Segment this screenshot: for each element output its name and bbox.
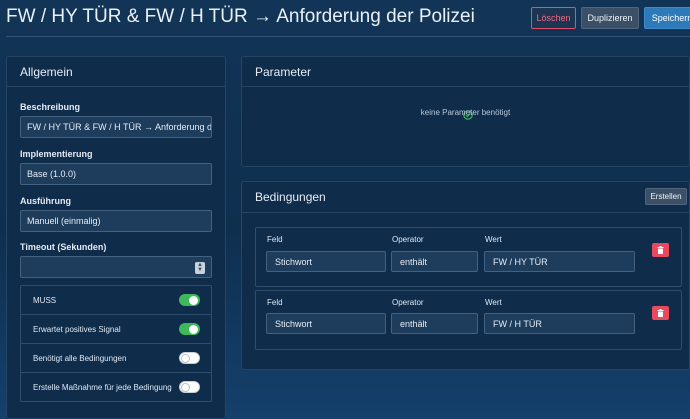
option-must: MUSS bbox=[21, 286, 211, 315]
add-condition-button[interactable]: Erstellen bbox=[645, 188, 687, 205]
option-label: Erwartet positives Signal bbox=[33, 324, 121, 334]
toggle-knob bbox=[181, 383, 190, 392]
timeout-label: Timeout (Sekunden) bbox=[20, 242, 107, 252]
value-label: Wert bbox=[485, 298, 502, 307]
toggle-knob bbox=[189, 325, 198, 334]
operator-label: Operator bbox=[392, 235, 424, 244]
header-divider bbox=[6, 36, 690, 37]
page-title: FW / HY TÜR & FW / H TÜR → Anforderung d… bbox=[6, 6, 475, 27]
option-label: Benötigt alle Bedingungen bbox=[33, 353, 127, 363]
duplicate-button[interactable]: Duplizieren bbox=[581, 7, 639, 29]
conditions-heading: Bedingungen bbox=[242, 182, 689, 213]
option-label: MUSS bbox=[33, 295, 57, 305]
positive-signal-toggle[interactable] bbox=[179, 323, 200, 335]
save-button[interactable]: Speichern bbox=[644, 7, 690, 29]
delete-condition-button[interactable] bbox=[652, 243, 669, 257]
no-parameters-text: keine Parameter benötigt bbox=[420, 108, 511, 117]
execution-label: Ausführung bbox=[20, 196, 71, 206]
condition-field-select[interactable]: Stichwort bbox=[266, 251, 386, 272]
condition-operator-select[interactable]: enthält bbox=[391, 313, 478, 334]
condition-field-select[interactable]: Stichwort bbox=[266, 313, 386, 334]
toggle-knob bbox=[189, 296, 198, 305]
field-label: Feld bbox=[267, 235, 283, 244]
must-toggle[interactable] bbox=[179, 294, 200, 306]
parameters-heading: Parameter bbox=[242, 57, 689, 87]
all-conditions-toggle[interactable] bbox=[179, 352, 200, 364]
delete-button[interactable]: Löschen bbox=[531, 7, 576, 29]
trash-icon bbox=[657, 246, 664, 254]
timeout-input[interactable]: ▲ ▼ bbox=[20, 256, 212, 278]
implementation-select[interactable]: Base (1.0.0) bbox=[20, 163, 212, 185]
general-heading: Allgemein bbox=[7, 57, 225, 87]
condition-operator-select[interactable]: enthält bbox=[391, 251, 478, 272]
toggle-knob bbox=[181, 354, 190, 363]
description-label: Beschreibung bbox=[20, 102, 81, 112]
implementation-label: Implementierung bbox=[20, 149, 93, 159]
field-label: Feld bbox=[267, 298, 283, 307]
number-spinner-icon[interactable]: ▲ ▼ bbox=[195, 262, 205, 274]
operator-label: Operator bbox=[392, 298, 424, 307]
trash-icon bbox=[657, 309, 664, 317]
delete-condition-button[interactable] bbox=[652, 306, 669, 320]
option-all-conditions: Benötigt alle Bedingungen bbox=[21, 344, 211, 373]
option-action-per-condition: Erstelle Maßnahme für jede Bedingung bbox=[21, 373, 211, 402]
execution-select[interactable]: Manuell (einmalig) bbox=[20, 210, 212, 232]
options-group: MUSS Erwartet positives Signal Benötigt … bbox=[20, 285, 212, 402]
description-input[interactable]: FW / HY TÜR & FW / H TÜR → Anforderung d… bbox=[20, 116, 212, 138]
condition-value-input[interactable]: FW / H TÜR bbox=[484, 313, 635, 334]
value-label: Wert bbox=[485, 235, 502, 244]
condition-value-input[interactable]: FW / HY TÜR bbox=[484, 251, 635, 272]
option-label: Erstelle Maßnahme für jede Bedingung bbox=[33, 383, 172, 392]
option-positive-signal: Erwartet positives Signal bbox=[21, 315, 211, 344]
action-per-condition-toggle[interactable] bbox=[179, 381, 200, 393]
